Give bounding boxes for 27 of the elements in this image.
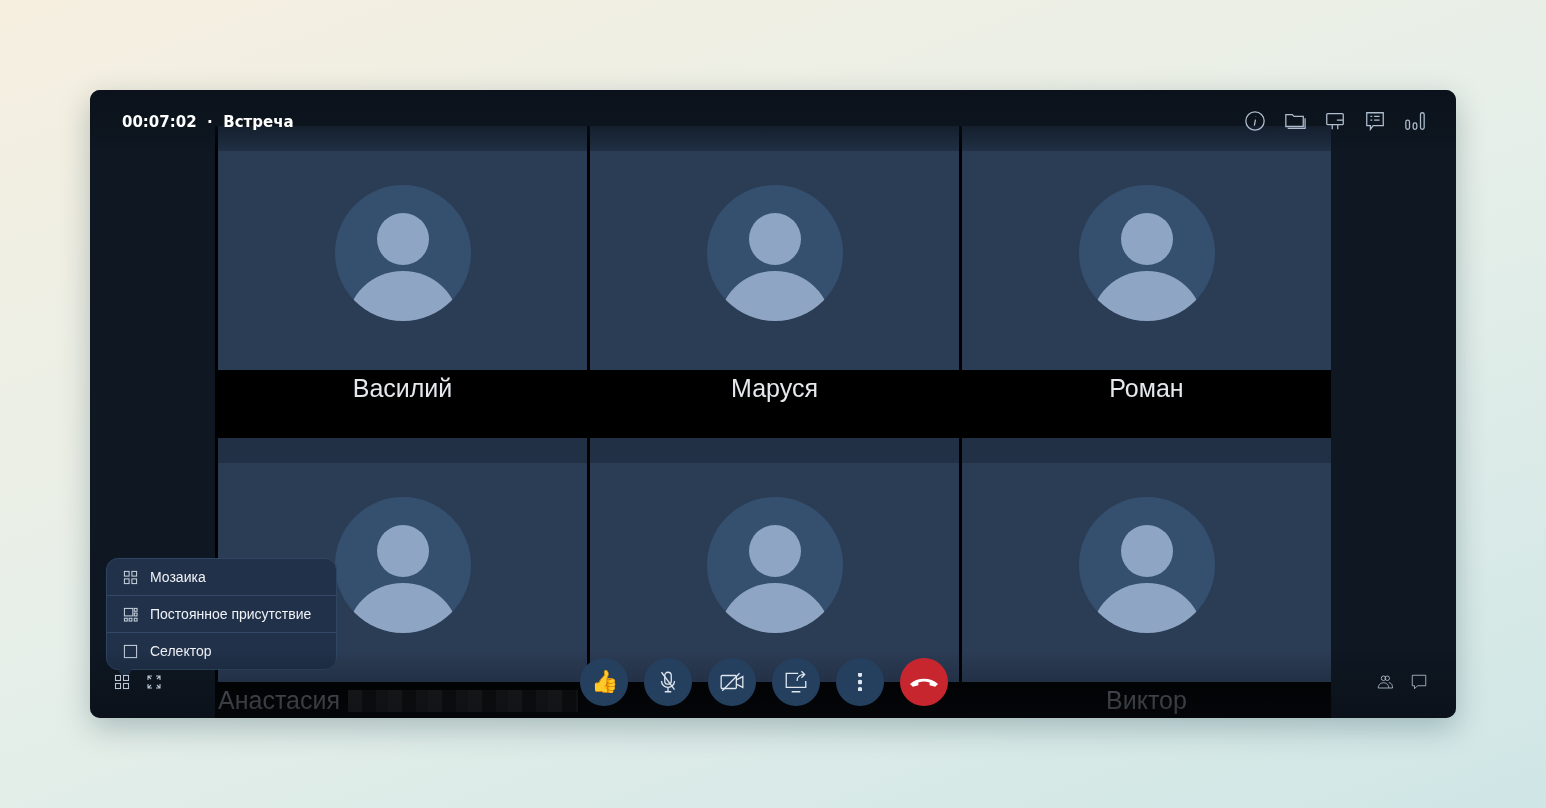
layout-icon [123,606,138,622]
poll-icon[interactable] [1364,110,1386,132]
grid-icon [123,569,138,585]
more-icon [858,673,862,691]
participant-name: Роман [1109,373,1184,405]
layout-option[interactable]: Мозаика [107,559,336,595]
signal-icon[interactable] [1404,110,1426,132]
participant-name: Маруся [731,373,818,405]
meeting-title: 00:07:02 · Встреча [122,113,294,131]
fullscreen-icon[interactable] [146,674,162,690]
participant-name: Василий [352,373,453,405]
participants-icon[interactable] [1376,673,1394,691]
info-icon[interactable] [1244,110,1266,132]
chat-icon[interactable] [1410,673,1428,691]
avatar-icon [1078,496,1215,633]
square-icon [123,643,138,659]
participant-name: Анастасия [218,685,340,717]
screen-share-icon [783,669,809,695]
avatar-icon [334,184,471,321]
avatar-icon [1078,184,1215,321]
whiteboard-icon[interactable] [1324,110,1346,132]
layout-option[interactable]: Постоянное присутствие [107,595,336,632]
hang-up-icon [910,677,938,687]
grid-icon[interactable] [114,674,130,690]
layout-option[interactable]: Селектор [107,632,336,669]
participant-name: Виктор [1106,685,1187,717]
avatar-icon [706,184,843,321]
